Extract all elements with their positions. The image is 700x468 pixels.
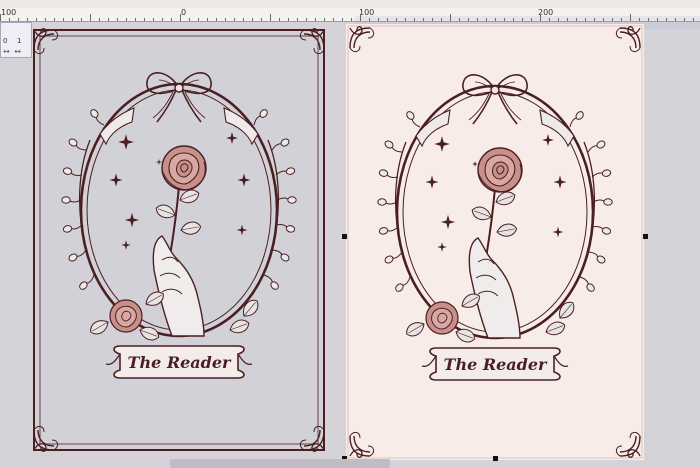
- ruler-tick: [630, 14, 631, 21]
- ruler-tick: [90, 14, 91, 21]
- ruler-tick: [576, 18, 577, 21]
- right-card-artwork[interactable]: The Reader: [346, 24, 644, 460]
- ruler-tick: [396, 18, 397, 21]
- ruler-tick: [549, 18, 550, 21]
- ruler-tick: [36, 18, 37, 21]
- ruler-tick: [540, 14, 541, 21]
- ruler-tick: [369, 18, 370, 21]
- ruler-tick: [432, 18, 433, 21]
- ruler-tick: [477, 18, 478, 21]
- ruler-tick: [621, 18, 622, 21]
- right-banner-text: The Reader: [444, 355, 549, 374]
- ruler-tick: [225, 18, 226, 21]
- ruler-tick: [531, 18, 532, 21]
- ruler-tick: [18, 18, 19, 21]
- ruler-tick: [288, 18, 289, 21]
- arrows-icon: ↔ ↔: [3, 47, 22, 56]
- ruler-tick: [99, 18, 100, 21]
- left-card-stitch-preview[interactable]: The Reader: [33, 28, 325, 452]
- ruler-tick: [54, 18, 55, 21]
- ruler-tick: [117, 18, 118, 21]
- position-mini-panel[interactable]: 0 1 ↔ ↔: [0, 22, 32, 58]
- ruler-tick: [189, 18, 190, 21]
- ruler-tick: [180, 14, 181, 21]
- ruler-tick: [324, 18, 325, 21]
- ruler-tick: [207, 18, 208, 21]
- ruler-tick: [684, 18, 685, 21]
- ruler-tick: [486, 18, 487, 21]
- ruler-tick: [513, 18, 514, 21]
- ruler-tick: [297, 18, 298, 21]
- ruler-tick: [252, 18, 253, 21]
- ruler-tick: [522, 18, 523, 21]
- ruler-tick: [585, 18, 586, 21]
- ruler-tick: [567, 18, 568, 21]
- ruler-tick: [243, 18, 244, 21]
- ruler-tick: [360, 14, 361, 21]
- ruler-tick: [666, 18, 667, 21]
- ruler-tick: [45, 18, 46, 21]
- ruler-tick: [414, 18, 415, 21]
- ruler-tick: [693, 18, 694, 21]
- ruler-tick: [351, 18, 352, 21]
- design-canvas[interactable]: The Reader The Reader: [0, 22, 700, 468]
- ruler-tick: [27, 18, 28, 21]
- ruler-tick: [594, 18, 595, 21]
- mini-cell-b: 1: [17, 37, 22, 45]
- ruler-tick: [558, 18, 559, 21]
- ruler-tick: [612, 18, 613, 21]
- ruler-tick: [261, 18, 262, 21]
- ruler-tick: [603, 18, 604, 21]
- ruler-tick: [144, 18, 145, 21]
- ruler-tick: [495, 18, 496, 21]
- ruler-tick: [315, 18, 316, 21]
- ruler-tick: [639, 18, 640, 21]
- ruler-tick: [423, 18, 424, 21]
- horizontal-ruler[interactable]: 100 0 100 200: [0, 8, 700, 29]
- ruler-tick: [504, 18, 505, 21]
- ruler-tick: [108, 18, 109, 21]
- ruler-tick: [675, 18, 676, 21]
- ruler-tick: [468, 18, 469, 21]
- ruler-tick: [306, 18, 307, 21]
- ruler-label-100: 100: [359, 8, 375, 17]
- ruler-tick: [81, 18, 82, 21]
- ruler-tick: [162, 18, 163, 21]
- ruler-tick: [72, 18, 73, 21]
- ruler-tick: [198, 18, 199, 21]
- ruler-tick: [378, 18, 379, 21]
- ruler-tick: [63, 18, 64, 21]
- ruler-tick: [405, 18, 406, 21]
- ruler-label-0: 0: [181, 8, 187, 17]
- ruler-tick: [657, 18, 658, 21]
- ruler-label-neg100: 100: [1, 8, 17, 17]
- ruler-tick: [270, 14, 271, 21]
- ruler-tick: [459, 18, 460, 21]
- ruler-tick: [9, 18, 10, 21]
- ruler-tick: [387, 18, 388, 21]
- horizontal-scrollbar[interactable]: [170, 459, 390, 468]
- ruler-tick: [450, 14, 451, 21]
- ruler-tick: [126, 18, 127, 21]
- ruler-tick: [0, 14, 1, 21]
- ruler-tick: [342, 18, 343, 21]
- ruler-tick: [648, 18, 649, 21]
- ruler-tick: [333, 18, 334, 21]
- ruler-tick: [153, 18, 154, 21]
- ruler-tick: [441, 18, 442, 21]
- ruler-tick: [216, 18, 217, 21]
- ruler-tick: [234, 18, 235, 21]
- ruler-tick: [279, 18, 280, 21]
- ruler-tick: [171, 18, 172, 21]
- mini-cell-a: 0: [3, 37, 8, 45]
- ruler-tick: [135, 18, 136, 21]
- left-banner-text: The Reader: [128, 353, 233, 372]
